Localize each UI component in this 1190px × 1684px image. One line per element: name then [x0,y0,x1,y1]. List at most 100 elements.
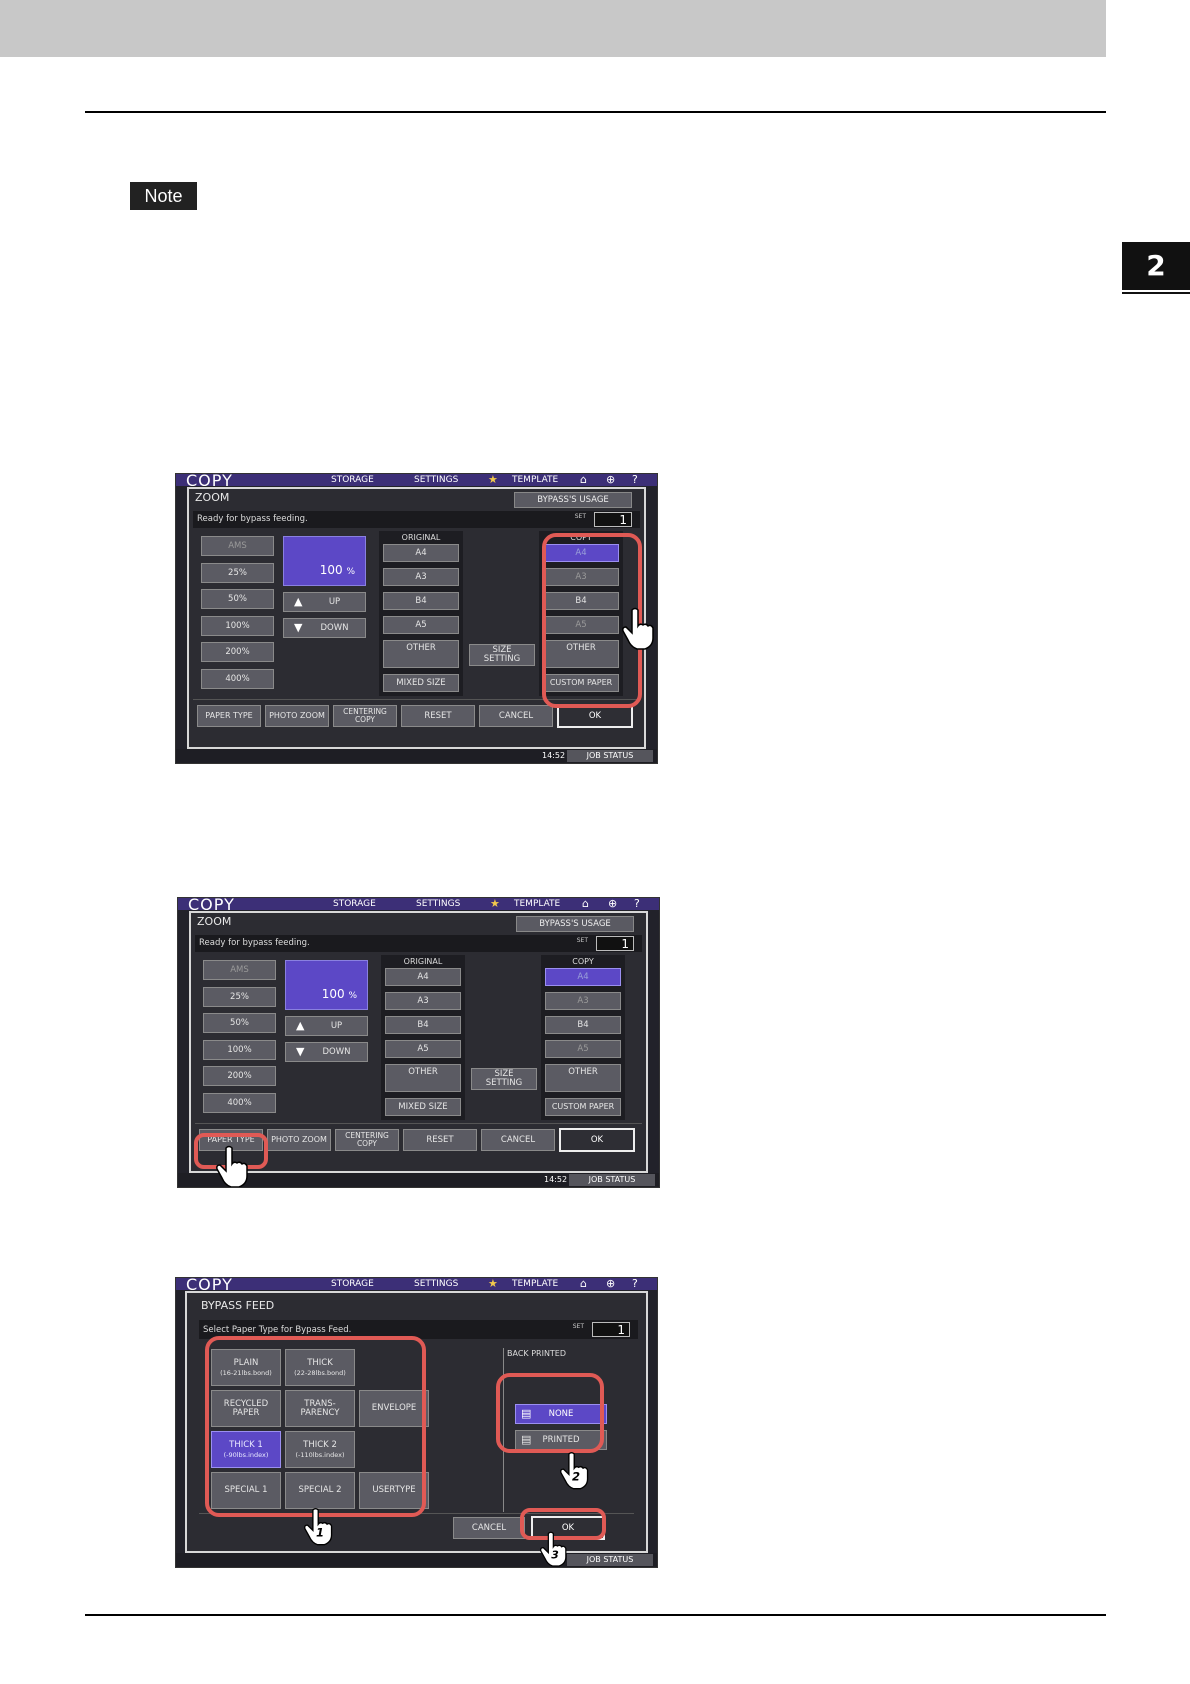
step-2-number: 2 [572,1470,580,1484]
photo-zoom-button[interactable]: PHOTO ZOOM [267,1129,331,1151]
storage-tab[interactable]: STORAGE [331,474,374,486]
settings-tab[interactable]: SETTINGS [414,1278,458,1290]
set-count[interactable]: 1 [592,1322,630,1337]
pointing-hand-icon-1: 1 [304,1508,333,1546]
ratio-100-button[interactable]: 100% [201,616,274,636]
centering-line2: COPY [354,715,376,724]
original-a5-button[interactable]: A5 [383,616,459,634]
template-tab[interactable]: TEMPLATE [512,474,558,486]
message-bar: Ready for bypass feeding. SET 1 [193,511,640,528]
globe-icon[interactable]: ⊕ [606,474,615,486]
zoom-screenshot-2: COPY STORAGE SETTINGS ★ TEMPLATE ⌂ ⊕ ? Z… [177,897,660,1188]
copy-a3-button[interactable]: A3 [545,992,621,1010]
template-tab[interactable]: TEMPLATE [514,898,560,910]
original-label: ORIGINAL [403,957,443,966]
ratio-ams-button[interactable]: AMS [203,960,276,980]
storage-tab[interactable]: STORAGE [331,1278,374,1290]
paper-type-button[interactable]: PAPER TYPE [197,705,261,727]
template-tab[interactable]: TEMPLATE [512,1278,558,1290]
original-other-button[interactable]: OTHER [385,1064,461,1092]
globe-icon[interactable]: ⊕ [608,898,617,910]
reset-button[interactable]: RESET [401,705,475,727]
pointing-hand-icon [622,607,654,650]
settings-tab[interactable]: SETTINGS [414,474,458,486]
zoom-down-button[interactable]: ▼ DOWN [283,618,366,638]
globe-icon[interactable]: ⊕ [606,1278,615,1290]
ratio-100-button[interactable]: 100% [203,1040,276,1060]
home-icon[interactable]: ⌂ [580,474,587,486]
star-icon[interactable]: ★ [488,1278,498,1290]
pointing-hand-icon [216,1145,248,1187]
copy-b4-button[interactable]: B4 [545,1016,621,1034]
ratio-400-button[interactable]: 400% [203,1093,276,1113]
size-setting-button[interactable]: SIZE SETTING [471,1068,537,1090]
help-icon[interactable]: ? [632,1278,638,1290]
original-a3-button[interactable]: A3 [385,992,461,1010]
centering-copy-button[interactable]: CENTERING COPY [333,705,397,727]
star-icon[interactable]: ★ [490,898,500,910]
status-strip: 14:52 JOB STATUS [176,749,657,763]
down-arrow-icon: ▼ [294,621,303,635]
zoom-up-button[interactable]: ▲ UP [285,1016,368,1036]
help-icon[interactable]: ? [634,898,640,910]
help-icon[interactable]: ? [632,474,638,486]
copy-a4-button[interactable]: A4 [545,968,621,986]
status-strip: JOB STATUS [176,1553,657,1567]
header-rule [85,111,1106,113]
bypass-usage-button[interactable]: BYPASS'S USAGE [514,492,632,508]
top-bar: COPY STORAGE SETTINGS ★ TEMPLATE ⌂ ⊕ ? [176,474,657,490]
ratio-50-button[interactable]: 50% [203,1013,276,1033]
original-b4-button[interactable]: B4 [385,1016,461,1034]
original-a4-button[interactable]: A4 [383,544,459,562]
message-bar: Ready for bypass feeding. SET 1 [195,935,642,952]
copy-a5-button[interactable]: A5 [545,1040,621,1058]
chapter-tab-rule [1122,292,1190,294]
note-label: Note [130,182,197,210]
original-b4-button[interactable]: B4 [383,592,459,610]
ratio-200-button[interactable]: 200% [201,642,274,662]
copy-other-button[interactable]: OTHER [545,1064,621,1092]
original-other-button[interactable]: OTHER [383,640,459,668]
home-icon[interactable]: ⌂ [580,1278,587,1290]
settings-tab[interactable]: SETTINGS [416,898,460,910]
ok-button[interactable]: OK [559,1128,635,1152]
ratio-50-button[interactable]: 50% [201,589,274,609]
ratio-25-button[interactable]: 25% [203,987,276,1007]
copy-custom-paper-button[interactable]: CUSTOM PAPER [545,1098,621,1116]
original-mixed-size-button[interactable]: MIXED SIZE [383,674,459,692]
down-arrow-icon: ▼ [296,1045,305,1059]
original-a5-button[interactable]: A5 [385,1040,461,1058]
bypass-usage-button[interactable]: BYPASS'S USAGE [516,916,634,932]
cancel-button[interactable]: CANCEL [481,1129,555,1151]
set-count[interactable]: 1 [594,512,632,527]
storage-tab[interactable]: STORAGE [333,898,376,910]
ratio-400-button[interactable]: 400% [201,669,274,689]
ratio-ams-button[interactable]: AMS [201,536,274,556]
original-a4-button[interactable]: A4 [385,968,461,986]
original-mixed-size-button[interactable]: MIXED SIZE [385,1098,461,1116]
up-label: UP [330,1020,343,1031]
ratio-25-button[interactable]: 25% [201,563,274,583]
set-label: SET [576,937,588,944]
size-setting-line2: SETTING [485,1078,523,1088]
centering-copy-button[interactable]: CENTERING COPY [335,1129,399,1151]
set-count[interactable]: 1 [596,936,634,951]
zoom-value: 100 [319,563,343,577]
job-status-button[interactable]: JOB STATUS [569,1174,655,1186]
photo-zoom-button[interactable]: PHOTO ZOOM [265,705,329,727]
cancel-button[interactable]: CANCEL [479,705,553,727]
home-icon[interactable]: ⌂ [582,898,589,910]
original-a3-button[interactable]: A3 [383,568,459,586]
zoom-value-display: 100 % [283,536,366,586]
job-status-button[interactable]: JOB STATUS [567,1554,653,1566]
zoom-value-display: 100 % [285,960,368,1010]
star-icon[interactable]: ★ [488,474,498,486]
cancel-button[interactable]: CANCEL [453,1517,525,1539]
job-status-button[interactable]: JOB STATUS [567,750,653,762]
size-setting-button[interactable]: SIZE SETTING [469,644,535,666]
zoom-up-button[interactable]: ▲ UP [283,592,366,612]
step-1-number: 1 [316,1526,324,1540]
zoom-down-button[interactable]: ▼ DOWN [285,1042,368,1062]
reset-button[interactable]: RESET [403,1129,477,1151]
ratio-200-button[interactable]: 200% [203,1066,276,1086]
